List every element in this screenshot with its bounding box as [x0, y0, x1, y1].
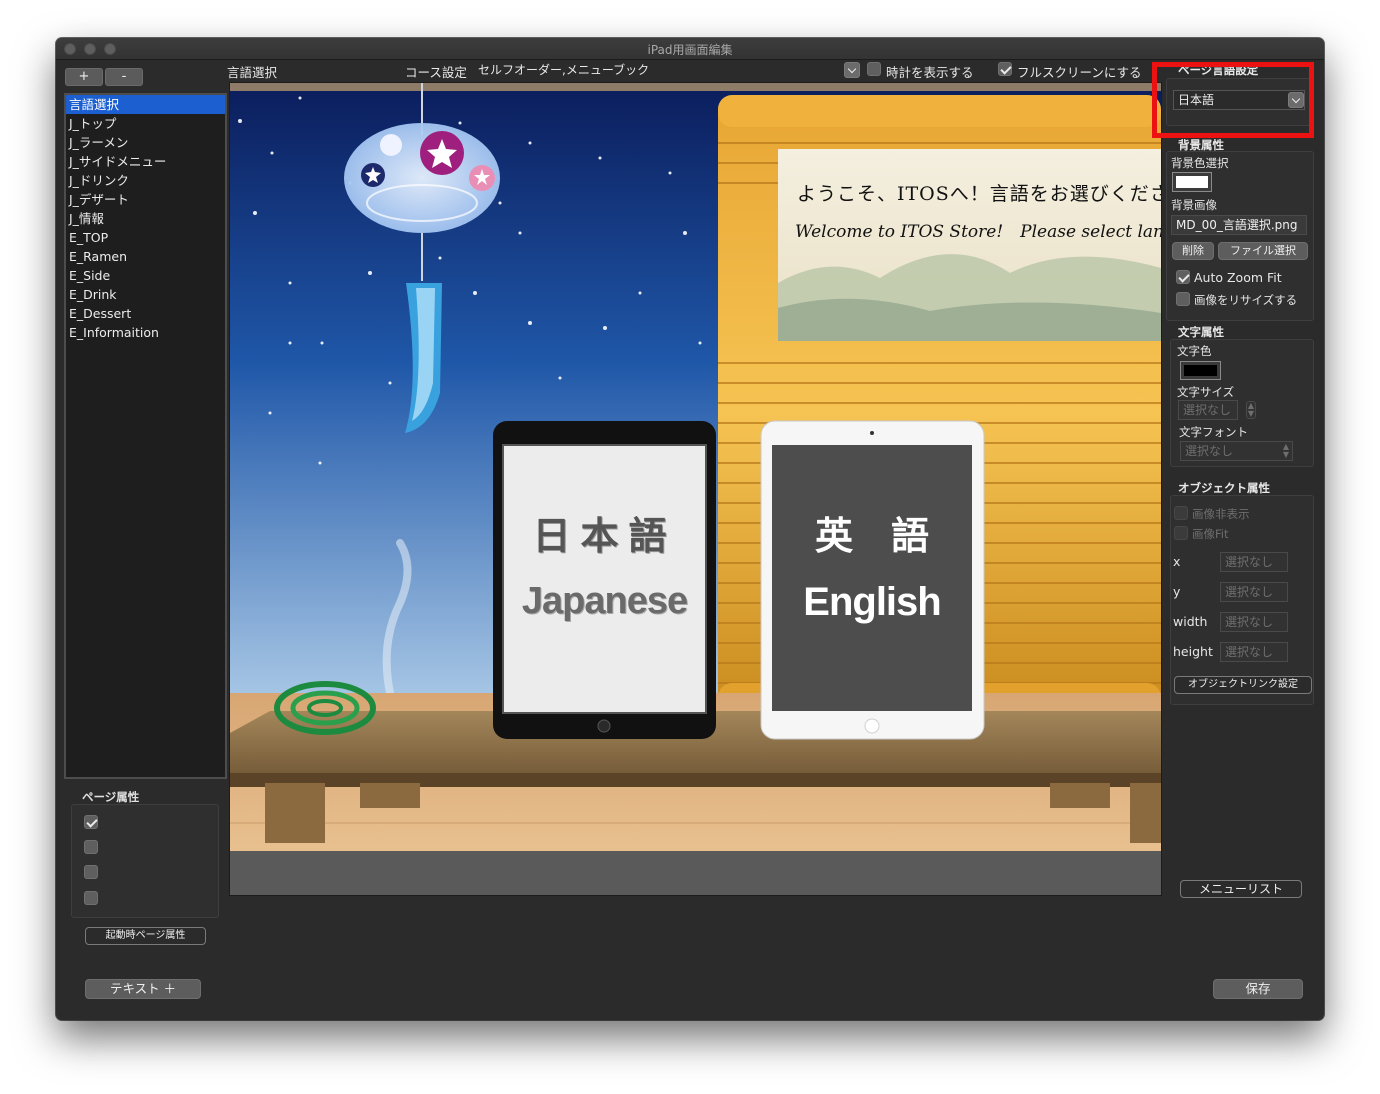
remove-page-button[interactable]: -: [105, 68, 143, 86]
page-list-item[interactable]: J_情報: [66, 209, 225, 228]
text-color-fill: [1184, 365, 1217, 376]
page-list-item[interactable]: J_ラーメン: [66, 133, 225, 152]
page-props-box: [71, 804, 219, 918]
y-field[interactable]: 選択なし: [1220, 582, 1288, 602]
course-select[interactable]: セルフオーダー,メニューブック: [474, 61, 860, 79]
welcome-sign-jp: ようこそ、ITOSへ！言語をお選びください: [797, 183, 1161, 205]
text-size-field[interactable]: 選択なし: [1178, 400, 1238, 420]
image-fit-checkbox[interactable]: [1174, 526, 1188, 540]
page-list[interactable]: 言語選択 J_トップ J_ラーメン J_サイドメニュー J_ドリンク J_デザート J_情報…: [64, 93, 227, 779]
text-size-stepper-icon[interactable]: ▲ ▼: [1246, 401, 1256, 419]
y-label: y: [1173, 584, 1181, 599]
chevron-down-icon: [844, 62, 860, 78]
editor-window: iPad用画面編集 + - 言語選択 J_トップ J_ラーメン J_サイドメニュー J_…: [56, 38, 1324, 1020]
welcome-sign-en: Welcome to ITOS Store! Please select lan…: [795, 222, 1161, 242]
english-english-label: English: [803, 580, 941, 624]
text-font-value: 選択なし: [1185, 444, 1234, 458]
page-list-item[interactable]: 言語選択: [66, 95, 225, 114]
canvas-scene: ようこそ、ITOSへ！言語をお選びください Welcome to ITOS St…: [230, 83, 1161, 851]
page-prop-checkbox-3[interactable]: [84, 865, 98, 879]
background-color-fill: [1176, 176, 1208, 188]
text-font-select[interactable]: 選択なし ▲ ▼: [1180, 441, 1293, 461]
height-label: height: [1173, 644, 1213, 659]
file-select-button[interactable]: ファイル選択: [1218, 242, 1308, 260]
delete-image-button[interactable]: 削除: [1172, 242, 1214, 260]
text-font-label: 文字フォント: [1179, 425, 1248, 439]
page-list-item[interactable]: E_Informaition: [66, 323, 225, 342]
page-list-item[interactable]: J_トップ: [66, 114, 225, 133]
x-field[interactable]: 選択なし: [1220, 552, 1288, 572]
page-list-item[interactable]: E_Drink: [66, 285, 225, 304]
auto-zoom-fit-checkbox[interactable]: [1176, 270, 1190, 284]
page-list-item[interactable]: E_TOP: [66, 228, 225, 247]
course-label: コース設定: [405, 65, 467, 80]
background-color-swatch[interactable]: [1172, 172, 1212, 192]
auto-zoom-fit-label: Auto Zoom Fit: [1194, 270, 1282, 285]
canvas-area[interactable]: ようこそ、ITOSへ！言語をお選びください Welcome to ITOS St…: [229, 82, 1162, 896]
window-title: iPad用画面編集: [647, 43, 733, 57]
text-props-title: 文字属性: [1178, 325, 1224, 339]
x-label: x: [1173, 554, 1181, 569]
page-list-item[interactable]: E_Side: [66, 266, 225, 285]
object-link-settings-button[interactable]: オブジェクトリンク設定: [1174, 676, 1312, 694]
resize-image-label: 画像をリサイズする: [1194, 293, 1298, 307]
text-size-label: 文字サイズ: [1177, 385, 1235, 399]
background-color-label: 背景色選択: [1171, 156, 1229, 170]
page-props-title: ページ属性: [82, 790, 140, 804]
japanese-language-button[interactable]: 日本語 Japanese: [503, 445, 706, 713]
resize-image-checkbox[interactable]: [1176, 292, 1190, 306]
hide-image-checkbox[interactable]: [1174, 506, 1188, 520]
title-bar: iPad用画面編集: [56, 38, 1324, 60]
width-field[interactable]: 選択なし: [1220, 612, 1288, 632]
show-clock-checkbox[interactable]: [867, 62, 881, 76]
page-list-item[interactable]: E_Dessert: [66, 304, 225, 323]
width-label: width: [1173, 614, 1208, 629]
english-language-button[interactable]: 英 語 English: [772, 445, 972, 711]
page-prop-checkbox-1[interactable]: [84, 815, 98, 829]
height-field[interactable]: 選択なし: [1220, 642, 1288, 662]
hide-image-label: 画像非表示: [1192, 507, 1250, 521]
page-list-item[interactable]: J_ドリンク: [66, 171, 225, 190]
english-kanji: 英 語: [814, 514, 929, 558]
japanese-kanji: 日本語: [532, 514, 677, 558]
page-list-item[interactable]: E_Ramen: [66, 247, 225, 266]
page-prop-checkbox-2[interactable]: [84, 840, 98, 854]
page-list-item[interactable]: J_サイドメニュー: [66, 152, 225, 171]
course-value: セルフオーダー,メニューブック: [478, 63, 650, 77]
image-fit-label: 画像Fit: [1192, 527, 1229, 541]
menu-list-button[interactable]: メニューリスト: [1180, 880, 1302, 898]
fullscreen-label: フルスクリーンにする: [1017, 65, 1142, 80]
object-props-title: オブジェクト属性: [1178, 481, 1270, 495]
startup-page-props-button[interactable]: 起動時ページ属性: [85, 927, 206, 945]
add-page-button[interactable]: +: [65, 68, 103, 86]
fullscreen-checkbox[interactable]: [998, 62, 1012, 76]
background-image-label: 背景画像: [1171, 198, 1217, 212]
background-image-field[interactable]: MD_00_言語選択.png: [1171, 215, 1307, 235]
text-color-swatch[interactable]: [1180, 361, 1221, 380]
updown-chevron-icon: ▲ ▼: [1282, 442, 1289, 459]
add-text-button[interactable]: テキスト ＋: [85, 979, 201, 999]
text-color-label: 文字色: [1177, 344, 1212, 358]
japanese-english-label: Japanese: [521, 580, 688, 622]
page-prop-checkbox-4[interactable]: [84, 891, 98, 905]
highlight-box: [1152, 62, 1314, 138]
current-page-label: 言語選択: [227, 65, 278, 80]
page-list-item[interactable]: J_デザート: [66, 190, 225, 209]
save-button[interactable]: 保存: [1213, 979, 1303, 999]
show-clock-label: 時計を表示する: [886, 65, 974, 80]
